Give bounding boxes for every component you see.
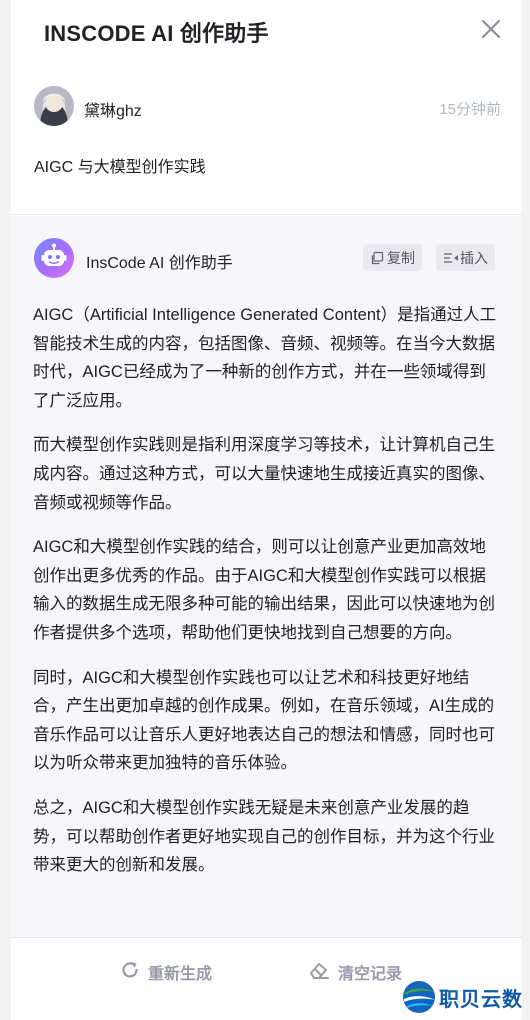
- robot-icon: [34, 238, 74, 278]
- left-edge: [0, 0, 11, 1020]
- insert-icon: [443, 251, 458, 265]
- eraser-icon: [308, 960, 330, 985]
- insert-button[interactable]: 插入: [436, 244, 495, 271]
- clear-label: 清空记录: [338, 966, 403, 983]
- answer-paragraph: 总之，AIGC和大模型创作实践无疑是未来创意产业发展的趋势，可以帮助创作者更好地…: [33, 798, 495, 875]
- panel-title: INSCODE AI 创作助手: [44, 21, 269, 46]
- copy-button[interactable]: 复制: [363, 244, 422, 271]
- copy-label: 复制: [387, 249, 415, 266]
- panel-header: INSCODE AI 创作助手: [11, 0, 522, 62]
- watermark: 职贝云数: [401, 977, 527, 1017]
- watermark-text: 职贝云数: [439, 988, 523, 1011]
- user-question: AIGC 与大模型创作实践: [34, 159, 206, 176]
- globe-logo-icon: [401, 979, 437, 1015]
- ai-assistant-panel: INSCODE AI 创作助手 黛琳ghz 15分钟前 AIGC 与大模型创作实…: [11, 0, 522, 1020]
- close-icon[interactable]: [480, 18, 502, 40]
- answer-paragraph: 同时，AIGC和大模型创作实践也可以让艺术和科技更好地结合，产生出更加卓越的创作…: [33, 668, 495, 773]
- clear-history-button[interactable]: 清空记录: [308, 960, 402, 984]
- user-name[interactable]: 黛琳ghz: [84, 97, 142, 121]
- answer-text: AIGC（Artificial Intelligence Generated C…: [33, 301, 501, 896]
- answer-paragraph: AIGC和大模型创作实践的结合，则可以让创意产业更加高效地创作出更多优秀的作品。…: [33, 538, 495, 642]
- user-message: 黛琳ghz 15分钟前 AIGC 与大模型创作实践: [11, 62, 522, 215]
- message-time: 15分钟前: [439, 101, 501, 118]
- regenerate-label: 重新生成: [148, 966, 213, 983]
- ai-response: InsCode AI 创作助手 复制 插入 AIGC（Artificial In…: [11, 216, 522, 937]
- refresh-icon: [120, 960, 140, 985]
- copy-icon: [370, 251, 384, 265]
- insert-label: 插入: [460, 249, 488, 266]
- answer-paragraph: 而大模型创作实践则是指利用深度学习等技术，让计算机自己生成内容。通过这种方式，可…: [33, 436, 495, 512]
- user-avatar[interactable]: [34, 86, 74, 126]
- regenerate-button[interactable]: 重新生成: [120, 960, 212, 984]
- bot-name: InsCode AI 创作助手: [86, 255, 233, 272]
- answer-paragraph: AIGC（Artificial Intelligence Generated C…: [33, 306, 497, 410]
- right-scrollbar-track[interactable]: [522, 0, 530, 1020]
